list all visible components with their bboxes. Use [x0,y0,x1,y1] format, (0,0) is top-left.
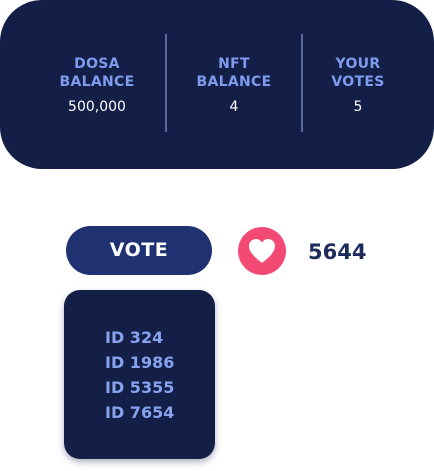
your-votes-stat: YOUR VOTES 5 [310,55,406,116]
nft-balance-value: 4 [229,99,239,115]
dosa-balance-stat: DOSA BALANCE 500,000 [45,55,149,116]
like-button[interactable] [238,227,286,275]
your-votes-value: 5 [353,99,363,115]
nft-id-item: ID 7654 [105,403,175,422]
nft-id-item: ID 1986 [105,353,175,372]
nft-id-item: ID 5355 [105,378,175,397]
vote-button[interactable]: VOTE [66,226,212,275]
your-votes-label: YOUR VOTES [331,56,385,90]
like-count: 5644 [308,240,367,264]
nft-balance-label: NFT BALANCE [196,56,272,90]
balance-stats-card: DOSA BALANCE 500,000 NFT BALANCE 4 YOUR … [0,0,434,169]
nft-balance-stat: NFT BALANCE 4 [182,55,286,116]
stat-divider [301,34,303,132]
nft-id-list-card: ID 324 ID 1986 ID 5355 ID 7654 [64,290,215,459]
nft-id-item: ID 324 [105,328,164,347]
dosa-balance-label: DOSA BALANCE [59,56,135,90]
nft-id-list: ID 324 ID 1986 ID 5355 ID 7654 [105,325,174,425]
dosa-balance-value: 500,000 [68,99,126,115]
heart-icon [249,239,275,263]
stat-divider [165,34,167,132]
